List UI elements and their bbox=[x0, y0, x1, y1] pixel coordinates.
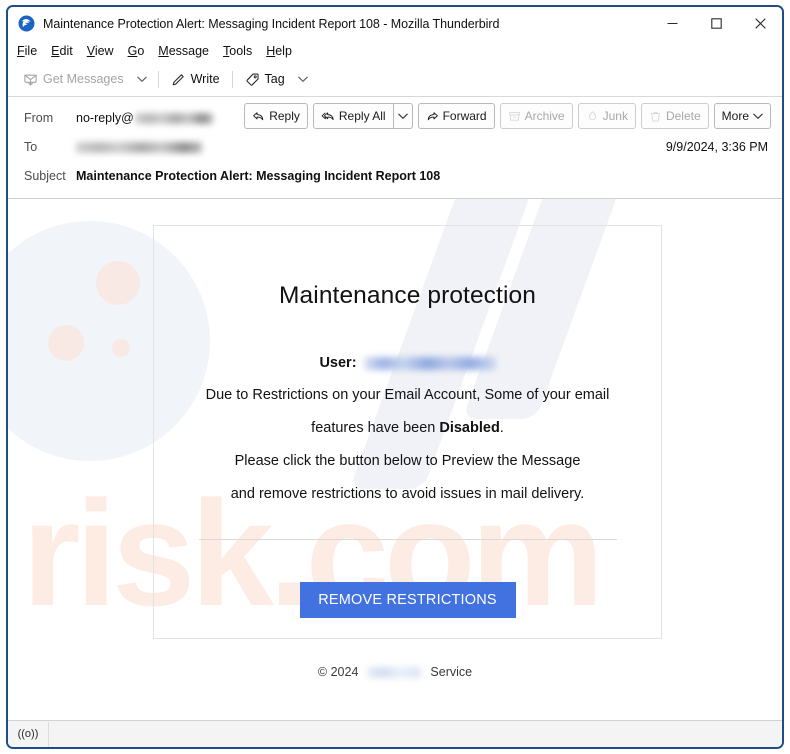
thunderbird-window: Maintenance Protection Alert: Messaging … bbox=[6, 5, 784, 749]
more-chevron bbox=[753, 109, 763, 123]
chevron-down-icon bbox=[136, 76, 147, 82]
menu-item-file[interactable]: File bbox=[17, 44, 37, 58]
menu-item-edit[interactable]: Edit bbox=[51, 44, 73, 58]
delete-button[interactable]: Delete bbox=[640, 103, 709, 129]
toolbar-separator-1 bbox=[157, 70, 159, 88]
from-label: From bbox=[24, 111, 54, 125]
menu-item-help[interactable]: Help bbox=[266, 44, 292, 58]
window-controls bbox=[650, 7, 782, 40]
get-messages-button[interactable]: Get Messages bbox=[16, 66, 131, 92]
forward-label: Forward bbox=[442, 109, 487, 123]
delete-label: Delete bbox=[665, 109, 701, 123]
write-label: Write bbox=[190, 72, 220, 86]
email-line-3: Please click the button below to Preview… bbox=[234, 452, 581, 469]
header-row-to: To 9/9/2024, 3:36 PM bbox=[8, 131, 782, 160]
email-line-2: features have been Disabled. bbox=[311, 419, 504, 437]
header-row-subject: Subject Maintenance Protection Alert: Me… bbox=[8, 160, 782, 198]
more-label: More bbox=[721, 109, 749, 123]
minimize-icon bbox=[667, 22, 677, 25]
junk-icon bbox=[588, 110, 596, 120]
card-divider bbox=[198, 538, 617, 540]
watermark-dot bbox=[112, 339, 130, 357]
menu-bar: File Edit View Go Message Tools Help bbox=[8, 40, 782, 62]
archive-button[interactable]: Archive bbox=[499, 103, 573, 129]
menu-item-view[interactable]: View bbox=[87, 44, 114, 58]
message-date: 9/9/2024, 3:36 PM bbox=[665, 140, 768, 154]
subject-label: Subject bbox=[24, 169, 66, 183]
email-card: Maintenance protection User: Due to Rest… bbox=[153, 225, 662, 639]
email-line-4: and remove restrictions to avoid issues … bbox=[230, 485, 585, 502]
status-bar: ((o)) bbox=[8, 720, 782, 747]
from-domain-redacted bbox=[134, 112, 213, 124]
chevron-down-icon bbox=[297, 76, 308, 82]
menu-item-tools[interactable]: Tools bbox=[223, 44, 252, 58]
email-footer: © 2024 Service bbox=[8, 665, 782, 679]
get-messages-icon bbox=[24, 74, 37, 86]
from-value[interactable]: no-reply@ bbox=[76, 111, 213, 125]
junk-label: Junk bbox=[602, 109, 628, 123]
minimize-button[interactable] bbox=[650, 7, 694, 40]
menu-item-message[interactable]: Message bbox=[158, 44, 209, 58]
maximize-icon bbox=[710, 18, 722, 29]
to-label: To bbox=[24, 140, 38, 154]
pencil-icon bbox=[172, 73, 184, 85]
email-line-1: Due to Restrictions on your Email Accoun… bbox=[205, 387, 610, 403]
menu-item-go[interactable]: Go bbox=[128, 44, 145, 58]
chevron-down-icon bbox=[753, 113, 763, 119]
junk-button[interactable]: Junk bbox=[577, 103, 636, 129]
tag-button[interactable]: Tag bbox=[238, 66, 292, 92]
toolbar-separator-2 bbox=[231, 70, 233, 88]
more-button[interactable]: More bbox=[713, 103, 771, 129]
footer-content: © 2024 Service bbox=[318, 665, 472, 679]
to-address-redacted bbox=[76, 141, 202, 153]
archive-label: Archive bbox=[524, 109, 565, 123]
archive-icon bbox=[508, 111, 520, 121]
title-bar: Maintenance Protection Alert: Messaging … bbox=[8, 7, 782, 40]
message-body-pane: risk.com Maintenance protection User: Du… bbox=[8, 199, 782, 720]
user-label: User: bbox=[319, 355, 357, 371]
message-action-buttons: Reply Reply All Forward Archive Junk Del… bbox=[239, 103, 771, 129]
user-value-redacted bbox=[363, 356, 496, 370]
from-address-visible: no-reply@ bbox=[76, 111, 134, 125]
write-button[interactable]: Write bbox=[164, 66, 227, 92]
subject-value: Maintenance Protection Alert: Messaging … bbox=[76, 169, 441, 183]
get-messages-dropdown[interactable] bbox=[131, 66, 153, 92]
forward-button[interactable]: Forward bbox=[417, 103, 495, 129]
email-heading: Maintenance protection bbox=[279, 282, 536, 309]
tag-icon bbox=[245, 73, 259, 86]
online-status-icon[interactable]: ((o)) bbox=[8, 721, 49, 747]
thunderbird-logo bbox=[18, 15, 35, 32]
get-messages-label: Get Messages bbox=[43, 72, 124, 86]
footer-service-label: Service bbox=[430, 665, 473, 679]
footer-copyright: © 2024 bbox=[317, 665, 359, 679]
reply-all-icon bbox=[321, 111, 334, 120]
watermark-dot bbox=[96, 261, 140, 305]
close-icon bbox=[754, 18, 766, 29]
trash-icon bbox=[650, 111, 661, 122]
user-line: User: bbox=[319, 355, 496, 371]
email-line-2-prefix: features have been bbox=[311, 419, 440, 436]
email-line-2-bold: Disabled bbox=[439, 419, 500, 436]
chevron-down-icon bbox=[397, 113, 408, 119]
reply-all-button[interactable]: Reply All bbox=[312, 103, 394, 129]
close-button[interactable] bbox=[738, 7, 782, 40]
to-value[interactable] bbox=[76, 141, 202, 153]
forward-icon bbox=[427, 111, 438, 120]
tag-dropdown[interactable] bbox=[292, 66, 314, 92]
tag-label: Tag bbox=[264, 72, 285, 86]
reply-button[interactable]: Reply bbox=[244, 103, 308, 129]
email-line-2-suffix: . bbox=[499, 419, 504, 436]
reply-all-label: Reply All bbox=[338, 109, 386, 123]
reply-label: Reply bbox=[269, 109, 300, 123]
window-title: Maintenance Protection Alert: Messaging … bbox=[43, 16, 500, 31]
message-header: From no-reply@ To 9/9/2024, 3:36 PM Subj… bbox=[8, 97, 782, 199]
reply-all-dropdown[interactable] bbox=[393, 103, 413, 129]
main-toolbar: Get Messages Write Tag bbox=[8, 62, 782, 97]
footer-brand-redacted bbox=[367, 666, 422, 678]
remove-restrictions-button[interactable]: REMOVE RESTRICTIONS bbox=[299, 581, 516, 618]
reply-icon bbox=[253, 111, 264, 120]
maximize-button[interactable] bbox=[694, 7, 738, 40]
watermark-dot bbox=[48, 325, 84, 361]
desktop-background: Maintenance Protection Alert: Messaging … bbox=[0, 0, 790, 754]
